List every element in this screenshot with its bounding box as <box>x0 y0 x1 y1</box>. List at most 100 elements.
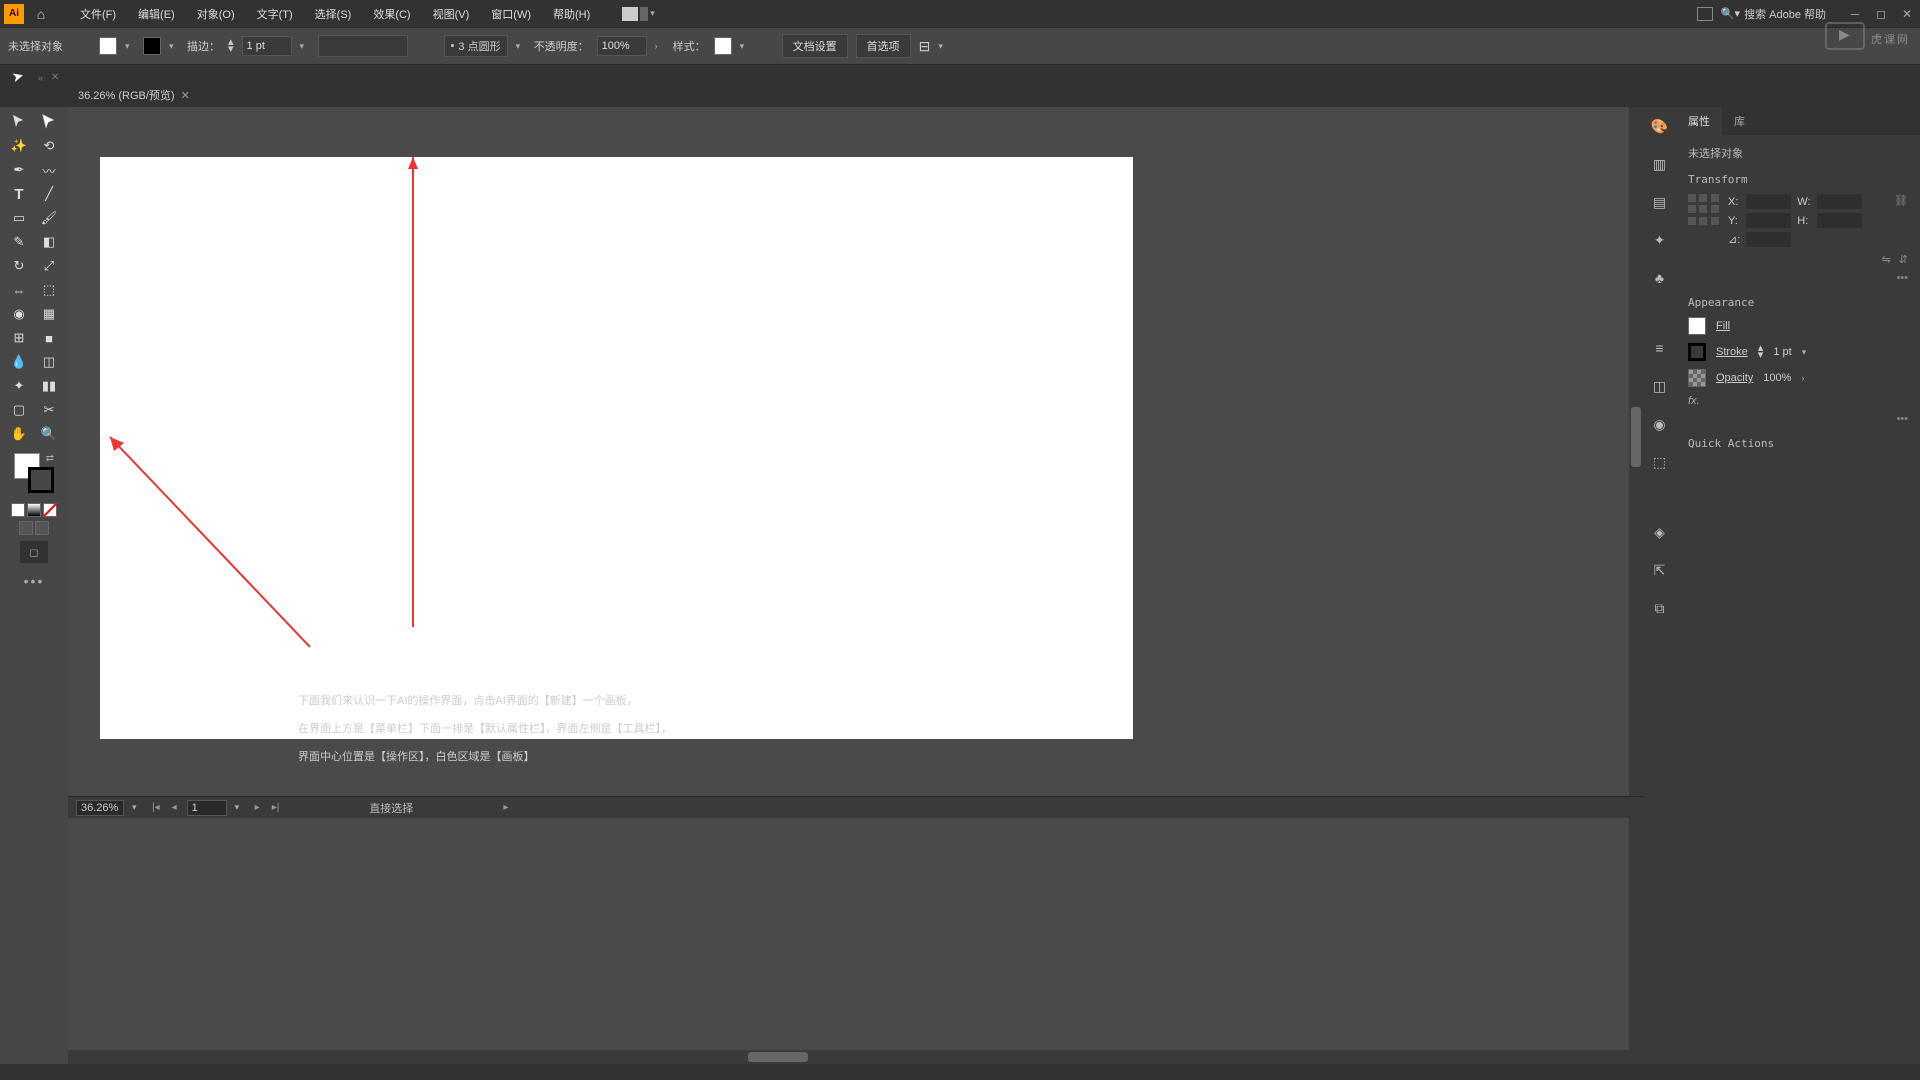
canvas-area[interactable]: 下面我们来认识一下AI的操作界面，点击AI界面的【新建】一个画板， 在界面上方是… <box>68 107 1643 1064</box>
selection-tool[interactable] <box>5 111 33 133</box>
fill-stroke-control[interactable]: ⇄ <box>14 453 54 493</box>
free-transform-tool[interactable]: ⬚ <box>35 279 63 301</box>
symbols-panel-icon[interactable]: ✦ <box>1649 229 1671 251</box>
color-mode-fill[interactable] <box>11 503 25 517</box>
hand-tool[interactable]: ✋ <box>5 423 33 445</box>
shape-builder-tool[interactable]: ◉ <box>5 303 33 325</box>
direct-selection-tool[interactable] <box>35 111 63 133</box>
document-tab[interactable]: 36.26% (RGB/预览)✕ <box>70 87 198 103</box>
graph-tool[interactable]: ▮▮ <box>35 375 63 397</box>
asset-export-icon[interactable]: ⇱ <box>1649 559 1671 581</box>
magic-wand-tool[interactable]: ✨ <box>5 135 33 157</box>
chevron-down-icon[interactable]: ▾ <box>125 41 135 52</box>
stroke-panel-icon[interactable]: ♣ <box>1649 267 1671 289</box>
artboards-panel-icon[interactable]: ⧉ <box>1649 597 1671 619</box>
gradient-panel-icon[interactable]: ≡ <box>1649 337 1671 359</box>
search-help[interactable]: 🔍▾ 搜索 Adobe 帮助 <box>1721 6 1826 22</box>
document-setup-button[interactable]: 文档设置 <box>782 34 848 58</box>
width-tool[interactable]: ⇔ <box>5 279 33 301</box>
stroke-weight-input[interactable] <box>242 36 292 56</box>
y-input[interactable] <box>1746 213 1791 228</box>
close-icon[interactable]: ✕ <box>181 90 190 102</box>
eraser-tool[interactable]: ◧ <box>35 231 63 253</box>
pen-tool[interactable]: ✒ <box>5 159 33 181</box>
artboard-tool[interactable]: ▢ <box>5 399 33 421</box>
curvature-tool[interactable]: 〰 <box>35 159 63 181</box>
stroke-stepper[interactable]: ▴▾ <box>1758 345 1764 359</box>
chevron-down-icon[interactable]: ▾ <box>169 41 179 52</box>
chevron-down-icon[interactable]: ▾ <box>1802 347 1812 358</box>
chevron-down-icon[interactable]: ▾ <box>235 802 245 813</box>
link-wh-icon[interactable]: ⛓ <box>1894 194 1908 207</box>
rotate-tool[interactable]: ↻ <box>5 255 33 277</box>
home-icon[interactable]: ⌂ <box>30 3 52 25</box>
flip-v-icon[interactable]: ⇵ <box>1899 253 1908 266</box>
opacity-value[interactable]: 100% <box>1763 372 1791 384</box>
eyedropper-tool[interactable]: 💧 <box>5 351 33 373</box>
artboard-number-input[interactable] <box>187 800 227 816</box>
chevron-right-icon[interactable]: › <box>655 41 665 51</box>
lasso-tool[interactable]: ⟲ <box>35 135 63 157</box>
opacity-swatch[interactable] <box>1688 369 1706 387</box>
fill-swatch[interactable] <box>99 37 117 55</box>
first-artboard-icon[interactable]: |◂ <box>150 802 162 813</box>
chevron-down-icon[interactable]: ▾ <box>740 41 750 52</box>
brush-shape-select[interactable]: •3 点圆形 <box>444 35 508 57</box>
play-icon[interactable]: ▸ <box>501 802 510 813</box>
style-swatch[interactable] <box>714 37 732 55</box>
symbol-sprayer-tool[interactable]: ✦ <box>5 375 33 397</box>
x-input[interactable] <box>1746 194 1791 209</box>
opacity-input[interactable] <box>597 36 647 56</box>
color-mode-none[interactable] <box>43 503 57 517</box>
edit-toolbar-icon[interactable]: ••• <box>24 573 45 589</box>
zoom-tool[interactable]: 🔍 <box>35 423 63 445</box>
fill-swatch[interactable] <box>1688 317 1706 335</box>
graphic-styles-icon[interactable]: ⬚ <box>1649 451 1671 473</box>
swatches-panel-icon[interactable]: ▥ <box>1649 153 1671 175</box>
tab-chevron-icon[interactable]: « <box>38 73 43 83</box>
angle-input[interactable] <box>1746 232 1791 247</box>
slice-tool[interactable]: ✂ <box>35 399 63 421</box>
type-tool[interactable]: T <box>5 183 33 205</box>
blend-tool[interactable]: ◫ <box>35 351 63 373</box>
menu-view[interactable]: 视图(V) <box>423 2 480 26</box>
w-input[interactable] <box>1817 194 1862 209</box>
menu-window[interactable]: 窗口(W) <box>481 2 541 26</box>
menu-file[interactable]: 文件(F) <box>70 2 126 26</box>
menu-effect[interactable]: 效果(C) <box>363 2 420 26</box>
menu-select[interactable]: 选择(S) <box>305 2 362 26</box>
tab-close-icon[interactable]: ✕ <box>51 72 59 83</box>
next-artboard-icon[interactable]: ▸ <box>253 802 262 813</box>
scrollbar-vertical[interactable] <box>1629 107 1643 1064</box>
tab-libraries[interactable]: 库 <box>1722 107 1757 135</box>
stroke-stepper[interactable]: ▴▾ <box>228 39 234 53</box>
stroke-swatch[interactable] <box>1688 343 1706 361</box>
scrollbar-horizontal[interactable] <box>68 1050 1629 1064</box>
paintbrush-tool[interactable]: 🖌 <box>35 207 63 229</box>
more-options-icon[interactable]: ••• <box>1688 272 1908 284</box>
swap-icon[interactable]: ⇄ <box>46 453 54 464</box>
gradient-tool[interactable]: ■ <box>35 327 63 349</box>
brush-preset[interactable] <box>318 35 408 57</box>
scale-tool[interactable]: ⤢ <box>35 255 63 277</box>
shaper-tool[interactable]: ✎ <box>5 231 33 253</box>
line-tool[interactable]: ╱ <box>35 183 63 205</box>
menu-edit[interactable]: 编辑(E) <box>128 2 185 26</box>
stroke-swatch[interactable] <box>143 37 161 55</box>
tab-properties[interactable]: 属性 <box>1676 107 1722 135</box>
menu-help[interactable]: 帮助(H) <box>543 2 600 26</box>
perspective-tool[interactable]: ▦ <box>35 303 63 325</box>
prev-artboard-icon[interactable]: ◂ <box>170 802 179 813</box>
color-panel-icon[interactable]: 🎨 <box>1649 115 1671 137</box>
zoom-level-input[interactable] <box>76 800 124 816</box>
chevron-down-icon[interactable]: ▾ <box>938 41 948 52</box>
appearance-panel-icon[interactable]: ◉ <box>1649 413 1671 435</box>
chevron-down-icon[interactable]: ▾ <box>132 802 142 813</box>
chevron-down-icon[interactable]: ▾ <box>516 41 526 52</box>
reference-point[interactable] <box>1688 194 1720 226</box>
screen-mode[interactable]: ◻ <box>20 541 48 563</box>
color-mode-gradient[interactable] <box>27 503 41 517</box>
fx-label[interactable]: fx. <box>1688 395 1908 407</box>
more-options-icon[interactable]: ••• <box>1688 413 1908 425</box>
arrange-docs-icon[interactable] <box>1697 7 1713 21</box>
